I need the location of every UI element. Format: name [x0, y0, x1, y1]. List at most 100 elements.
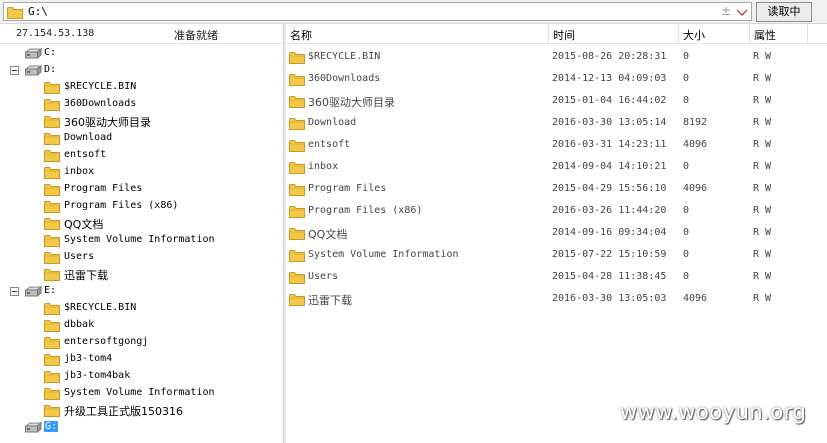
watermark: www.wooyun.org [620, 400, 807, 424]
tree-drive-label: G: [44, 421, 59, 432]
tree-folder-item[interactable]: inbox [0, 164, 283, 181]
path-combobox[interactable]: G:\ ± [3, 2, 752, 21]
folder-icon [44, 184, 60, 196]
tree-folder-item[interactable]: entsoft [0, 147, 283, 164]
file-size: 0 [683, 205, 690, 216]
file-size: 0 [683, 73, 690, 84]
tree-drive-d[interactable]: D: [0, 62, 283, 79]
file-row[interactable]: System Volume Information 2015-07-22 15:1… [286, 244, 827, 266]
column-header-time[interactable]: 时间 [553, 27, 575, 43]
file-time: 2016-03-31 14:23:11 [552, 139, 667, 150]
folder-icon [289, 184, 305, 196]
column-separator[interactable] [548, 24, 549, 44]
tree-folder-label: 360驱动大师目录 [64, 116, 151, 129]
tree-folder-item[interactable]: System Volume Information [0, 385, 283, 402]
file-row[interactable]: 360驱动大师目录 2015-01-04 16:44:02 0 R W [286, 90, 827, 112]
column-header-name[interactable]: 名称 [290, 27, 312, 43]
collapse-box-icon[interactable] [10, 66, 19, 75]
file-name: $RECYCLE.BIN [308, 51, 381, 62]
file-row[interactable]: QQ文档 2014-09-16 09:34:04 0 R W [286, 222, 827, 244]
tree-folder-item[interactable]: 迅雷下载 [0, 266, 283, 283]
tree-folder-item[interactable]: dbbak [0, 317, 283, 334]
file-attributes: R W [753, 51, 772, 62]
drive-icon [24, 65, 42, 76]
file-size: 0 [683, 227, 690, 238]
tree-drive-g[interactable]: G: [0, 419, 283, 436]
file-time: 2015-04-29 15:56:10 [552, 183, 667, 194]
file-name: Program Files [308, 183, 387, 194]
file-attributes: R W [753, 95, 772, 106]
tree-folder-item[interactable]: $RECYCLE.BIN [0, 300, 283, 317]
file-time: 2016-03-30 13:05:03 [552, 293, 667, 304]
folder-icon [44, 99, 60, 111]
file-size: 8192 [683, 117, 708, 128]
folder-icon [44, 167, 60, 179]
column-separator[interactable] [749, 24, 750, 44]
tree-folder-item[interactable]: QQ文档 [0, 215, 283, 232]
chevron-down-icon[interactable] [736, 8, 748, 17]
folder-icon [289, 228, 305, 240]
tree-folder-item[interactable]: jb3-tom4bak [0, 368, 283, 385]
file-attributes: R W [753, 271, 772, 282]
file-row[interactable]: inbox 2014-09-04 14:10:21 0 R W [286, 156, 827, 178]
tree-drive-c[interactable]: C: [0, 45, 283, 62]
tree-folder-item[interactable]: $RECYCLE.BIN [0, 79, 283, 96]
file-size: 4096 [683, 139, 708, 150]
file-row[interactable]: $RECYCLE.BIN 2015-08-26 20:28:31 0 R W [286, 46, 827, 68]
tree-folder-item[interactable]: System Volume Information [0, 232, 283, 249]
folder-icon [44, 371, 60, 383]
tree-folder-label: Program Files (x86) [64, 200, 179, 211]
tree-drive-label: C: [44, 47, 57, 58]
tree-folder-item[interactable]: entersoftgongj [0, 334, 283, 351]
folder-icon [44, 201, 60, 213]
tree-folder-label: 迅雷下载 [64, 269, 108, 282]
tree-folder-item[interactable]: jb3-tom4 [0, 351, 283, 368]
left-panel-header: 27.154.53.138 准备就绪 [0, 24, 283, 44]
tree-drive-e[interactable]: E: [0, 283, 283, 300]
file-row[interactable]: 迅雷下载 2016-03-30 13:05:03 4096 R W [286, 288, 827, 310]
tree-folder-item[interactable]: 升级工具正式版150316 [0, 402, 283, 419]
folder-icon [44, 388, 60, 400]
tree-folder-label: System Volume Information [64, 387, 215, 398]
folder-icon [44, 337, 60, 349]
folder-icon [289, 74, 305, 86]
folder-icon [44, 235, 60, 247]
file-name: Program Files (x86) [308, 205, 423, 216]
up-level-icon[interactable]: ± [721, 4, 731, 18]
column-separator[interactable] [678, 24, 679, 44]
file-row[interactable]: Users 2015-04-28 11:38:45 0 R W [286, 266, 827, 288]
tree-folder-item[interactable]: 360驱动大师目录 [0, 113, 283, 130]
tree-folder-item[interactable]: Program Files [0, 181, 283, 198]
file-row[interactable]: Program Files (x86) 2016-03-26 11:44:20 0 R… [286, 200, 827, 222]
file-row[interactable]: Program Files 2015-04-29 15:56:10 4096 R W [286, 178, 827, 200]
file-row[interactable]: 360Downloads 2014-12-13 04:09:03 0 R W [286, 68, 827, 90]
column-header-size[interactable]: 大小 [683, 27, 705, 43]
tree-folder-label: entsoft [64, 149, 107, 160]
folder-icon [44, 354, 60, 366]
collapse-box-icon[interactable] [10, 287, 19, 296]
tree-folder-label: jb3-tom4 [64, 353, 113, 364]
tree-folder-item[interactable]: Users [0, 249, 283, 266]
folder-icon [289, 140, 305, 152]
column-header-attr[interactable]: 属性 [754, 27, 776, 43]
drive-tree[interactable]: C: D: $RECYCLE.BIN 360Downloads 360驱动大师目录 Dow… [0, 44, 283, 443]
file-attributes: R W [753, 117, 772, 128]
column-separator[interactable] [807, 24, 808, 44]
file-row[interactable]: Download 2016-03-30 13:05:14 8192 R W [286, 112, 827, 134]
tree-drive-label: D: [44, 64, 57, 75]
file-name: System Volume Information [308, 249, 459, 260]
file-name: Download [308, 117, 357, 128]
read-button[interactable]: 读取中 [756, 2, 812, 22]
file-attributes: R W [753, 161, 772, 172]
tree-folder-label: QQ文档 [64, 218, 104, 231]
file-time: 2015-04-28 11:38:45 [552, 271, 667, 282]
tree-folder-item[interactable]: Download [0, 130, 283, 147]
file-attributes: R W [753, 293, 772, 304]
tree-folder-item[interactable]: 360Downloads [0, 96, 283, 113]
file-size: 4096 [683, 183, 708, 194]
tree-folder-item[interactable]: Program Files (x86) [0, 198, 283, 215]
file-name: 迅雷下载 [308, 294, 352, 307]
file-row[interactable]: entsoft 2016-03-31 14:23:11 4096 R W [286, 134, 827, 156]
file-list[interactable]: $RECYCLE.BIN 2015-08-26 20:28:31 0 R W 360Do… [286, 44, 827, 443]
folder-icon [44, 116, 60, 128]
